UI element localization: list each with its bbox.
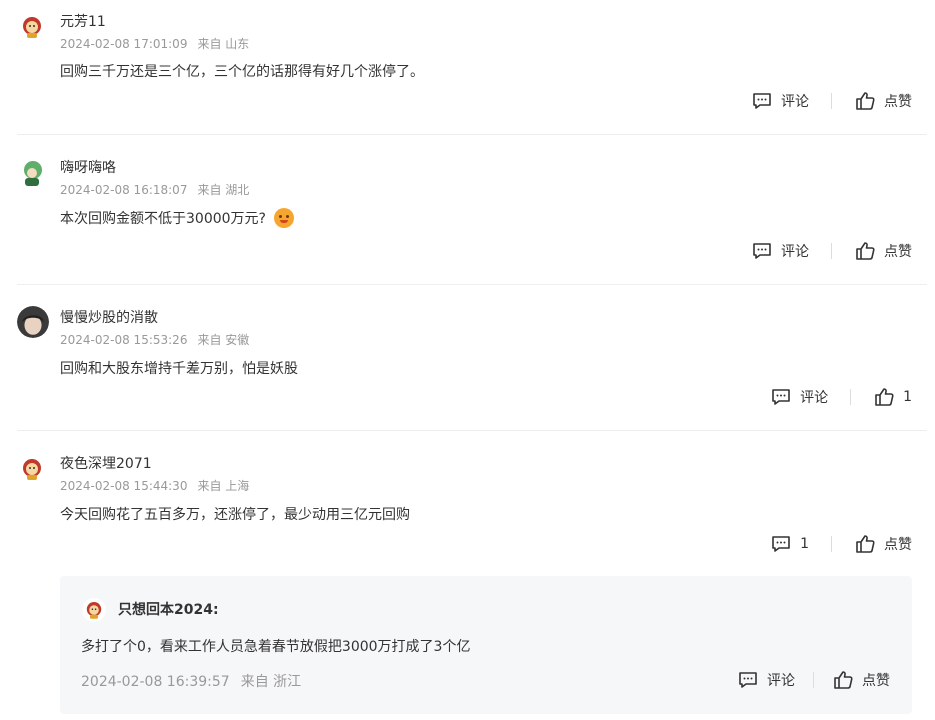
comment-text: 回购三千万还是三个亿，三个亿的话那得有好几个涨停了。: [60, 64, 424, 80]
reply-username[interactable]: 只想回本2024:: [118, 599, 219, 619]
thumbs-up-icon: [856, 535, 875, 553]
divider: [831, 536, 832, 552]
timestamp: 2024-02-08 16:18:07: [60, 183, 188, 197]
avatar[interactable]: [17, 454, 47, 484]
comment-actions: 1 点赞: [770, 533, 912, 555]
sweating-emoji-icon: [273, 208, 294, 228]
green-character-avatar-icon: [17, 158, 47, 188]
lion-mascot-avatar-icon: [17, 12, 47, 42]
reply-meta: 2024-02-08 16:39:57 来自 浙江: [81, 671, 301, 691]
thumbs-up-icon: [856, 92, 875, 110]
like-label: 点赞: [884, 537, 912, 553]
like-button[interactable]: 点赞: [854, 240, 912, 262]
like-label: 点赞: [884, 94, 912, 110]
timestamp: 2024-02-08 16:39:57: [81, 674, 230, 690]
avatar[interactable]: [17, 12, 47, 42]
like-button[interactable]: 点赞: [832, 669, 890, 691]
comment-actions: 评论 点赞: [751, 240, 912, 262]
username[interactable]: 元芳11: [60, 11, 106, 31]
comment-text-content: 本次回购金额不低于30000万元?: [60, 211, 266, 227]
like-button[interactable]: 点赞: [854, 90, 912, 112]
reply-text: 多打了个0，看来工作人员急着春节放假把3000万打成了3个亿: [81, 639, 471, 655]
reply-button[interactable]: 评论: [751, 240, 809, 262]
location: 来自 山东: [197, 37, 250, 51]
thumbs-up-icon: [875, 388, 894, 406]
comment-text: 回购和大股东增持千差万别，怕是妖股: [60, 361, 298, 377]
reply-button[interactable]: 评论: [737, 669, 795, 691]
reply-actions: 评论 点赞: [737, 669, 890, 691]
timestamp: 2024-02-08 17:01:09: [60, 37, 188, 51]
comment-icon: [772, 389, 790, 405]
reply-label: 评论: [781, 244, 809, 260]
like-label: 点赞: [884, 244, 912, 260]
divider: [17, 430, 927, 431]
like-button[interactable]: 1: [873, 386, 912, 408]
divider: [831, 243, 832, 259]
comment-icon: [753, 243, 771, 259]
timestamp: 2024-02-08 15:53:26: [60, 333, 188, 347]
portrait-avatar-icon: [17, 306, 49, 338]
like-label: 点赞: [862, 673, 890, 689]
thumbs-up-icon: [834, 671, 853, 689]
thumbs-up-icon: [856, 242, 875, 260]
divider: [813, 672, 814, 688]
reply-count: 1: [800, 536, 809, 552]
lion-mascot-avatar-icon: [82, 598, 106, 622]
reply-label: 评论: [800, 390, 829, 406]
divider: [850, 389, 852, 405]
divider: [831, 93, 832, 109]
reply-button[interactable]: 评论: [751, 90, 809, 112]
comment-meta: 2024-02-08 15:44:30 来自 上海: [60, 477, 249, 494]
comment-meta: 2024-02-08 17:01:09 来自 山东: [60, 35, 249, 52]
like-count: 1: [903, 389, 912, 405]
comment-icon: [739, 672, 757, 688]
comment-icon: [772, 536, 790, 552]
comment-icon: [753, 93, 771, 109]
location: 来自 上海: [197, 479, 250, 493]
username[interactable]: 嗨呀嗨咯: [60, 157, 116, 177]
avatar[interactable]: [17, 306, 49, 338]
reply-button[interactable]: 1: [770, 533, 809, 555]
username[interactable]: 慢慢炒股的消散: [60, 307, 158, 327]
lion-mascot-avatar-icon: [17, 454, 47, 484]
like-button[interactable]: 点赞: [854, 533, 912, 555]
timestamp: 2024-02-08 15:44:30: [60, 479, 188, 493]
location: 来自 浙江: [240, 674, 302, 690]
comment-text: 本次回购金额不低于30000万元?: [60, 208, 294, 228]
comment-actions: 评论 点赞: [751, 90, 912, 112]
reply-button[interactable]: 评论: [770, 386, 828, 408]
comment-text: 今天回购花了五百多万，还涨停了，最少动用三亿元回购: [60, 507, 410, 523]
username[interactable]: 夜色深埋2071: [60, 453, 152, 473]
comment-actions: 评论 1: [770, 386, 912, 408]
divider: [17, 284, 927, 285]
comment-meta: 2024-02-08 15:53:26 来自 安徽: [60, 331, 249, 348]
location: 来自 湖北: [197, 183, 250, 197]
divider: [17, 134, 927, 135]
reply-avatar[interactable]: [82, 598, 106, 622]
reply-label: 评论: [767, 673, 795, 689]
location: 来自 安徽: [197, 333, 250, 347]
comment-meta: 2024-02-08 16:18:07 来自 湖北: [60, 181, 249, 198]
reply-thread: 只想回本2024: 多打了个0，看来工作人员急着春节放假把3000万打成了3个亿…: [60, 576, 912, 714]
avatar[interactable]: [17, 158, 47, 188]
reply-label: 评论: [781, 94, 809, 110]
